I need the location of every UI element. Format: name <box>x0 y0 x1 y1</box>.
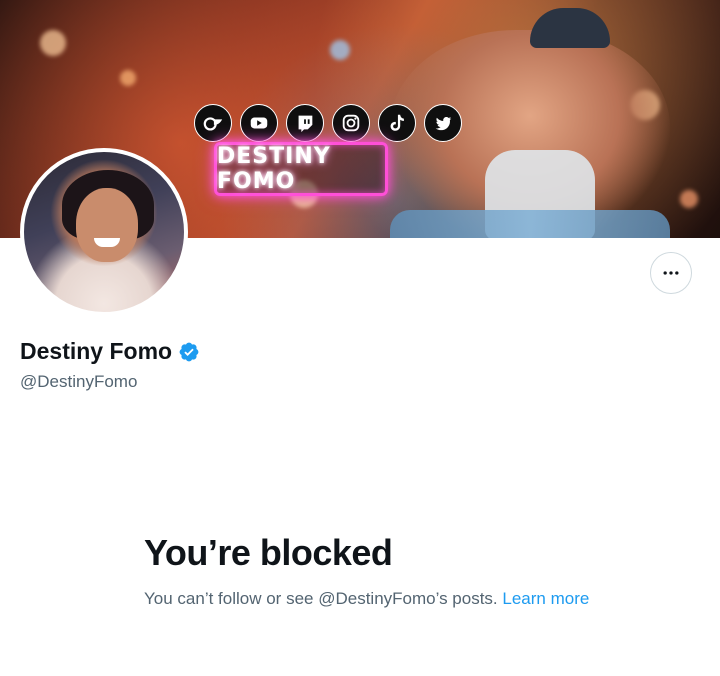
blocked-message: You can’t follow or see @DestinyFomo’s p… <box>144 586 594 611</box>
profile-handle: @DestinyFomo <box>20 372 138 391</box>
more-options-button[interactable] <box>650 252 692 294</box>
twitch-icon <box>286 104 324 142</box>
avatar[interactable] <box>20 148 188 316</box>
bokeh-light <box>330 40 350 60</box>
bokeh-light <box>680 190 698 208</box>
more-horizontal-icon <box>663 271 679 275</box>
bokeh-light <box>120 70 136 86</box>
twitter-icon <box>424 104 462 142</box>
jeans-shape <box>390 210 670 238</box>
onlyfans-icon <box>194 104 232 142</box>
social-icons-row <box>194 104 462 142</box>
learn-more-link[interactable]: Learn more <box>502 589 589 608</box>
youtube-icon <box>240 104 278 142</box>
display-name: Destiny Fomo <box>20 338 173 364</box>
instagram-icon <box>332 104 370 142</box>
tiktok-icon <box>378 104 416 142</box>
neon-sign-text: DESTINY FOMO <box>217 144 331 194</box>
profile-name-row: Destiny Fomo <box>20 338 200 365</box>
bokeh-light <box>40 30 66 56</box>
verified-badge-icon[interactable] <box>178 341 200 363</box>
avatar-face <box>76 188 138 262</box>
blocked-title: You’re blocked <box>144 532 393 573</box>
cap-shape <box>530 8 610 48</box>
neon-name-sign: DESTINY FOMO <box>214 142 388 196</box>
blocked-message-text: You can’t follow or see @DestinyFomo’s p… <box>144 589 498 608</box>
